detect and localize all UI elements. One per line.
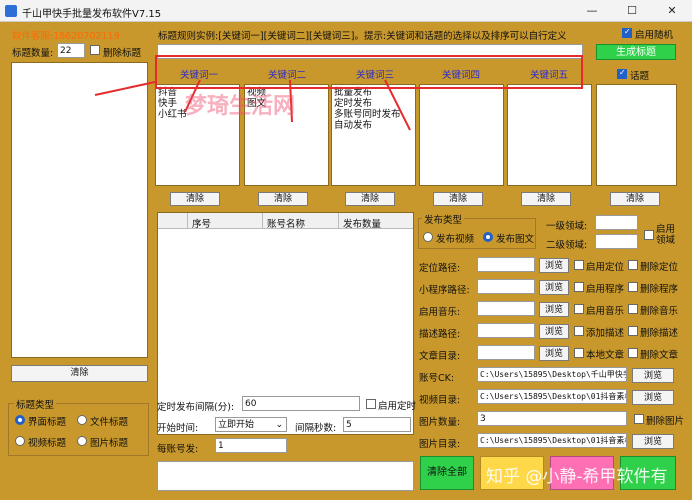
location-path-label: 定位路径: [419,263,461,274]
column-index: 序号 [192,219,212,230]
level2-domain-label: 二级领域: [546,240,588,251]
account-ck-browse-button[interactable]: 浏览 [632,368,674,383]
table-column-divider [187,213,188,229]
chevron-down-icon: ⌄ [275,420,283,430]
enable-domain-label: 启用领域 [656,224,676,246]
description-path-input[interactable] [477,323,535,338]
delete-image-checkbox[interactable] [634,414,644,424]
radio-publish-image-text-label: 发布图文 [496,234,535,245]
image-count-label: 图片数量: [419,417,461,428]
add-description-label: 添加描述 [586,328,625,339]
per-account-input[interactable]: 1 [215,438,287,453]
level1-domain-label: 一级领域: [546,221,588,232]
arrow-to-keyword-3 [384,79,411,131]
per-account-label: 每账号发: [157,444,199,455]
article-dir-input[interactable] [477,345,535,360]
article-dir-label: 文章目录: [419,351,461,362]
delete-article-label: 删除文章 [640,350,679,361]
image-dir-input[interactable]: C:\Users\15895\Desktop\01抖音素材 [477,433,627,448]
delete-program-checkbox[interactable] [628,282,638,292]
level1-domain-input[interactable] [595,215,638,230]
music-path-input[interactable] [477,301,535,316]
table-column-divider [262,213,263,229]
enable-music-label: 启用音乐 [586,306,625,317]
image-dir-label: 图片目录: [419,439,461,450]
miniprogram-browse-button[interactable]: 浏览 [539,280,569,295]
enable-domain-checkbox[interactable] [644,230,654,240]
enable-timer-checkbox[interactable] [366,399,376,409]
article-browse-button[interactable]: 浏览 [539,346,569,361]
video-dir-label: 视频目录: [419,395,461,406]
account-ck-input[interactable]: C:\Users\15895\Desktop\千山甲快手 [477,367,627,382]
zhihu-watermark: 知乎 @小静-希甲软件有 [486,467,668,487]
enable-timer-label: 启用定时 [378,401,417,412]
arrow-to-left-panel [94,81,156,96]
account-ck-label: 账号CK: [419,373,455,384]
location-path-input[interactable] [477,257,535,272]
enable-music-checkbox[interactable] [574,304,584,314]
delete-article-checkbox[interactable] [628,348,638,358]
delete-location-label: 删除定位 [640,262,679,273]
interval-input[interactable]: 60 [242,396,360,411]
publish-type-label: 发布类型 [422,212,465,226]
delete-description-checkbox[interactable] [628,326,638,336]
music-path-label: 启用音乐: [419,307,461,318]
image-count-input[interactable]: 3 [477,411,627,426]
enable-location-checkbox[interactable] [574,260,584,270]
table-column-divider [338,213,339,229]
add-description-checkbox[interactable] [574,326,584,336]
music-browse-button[interactable]: 浏览 [539,302,569,317]
local-article-label: 本地文章 [586,350,625,361]
column-account-name: 账号名称 [267,219,306,230]
clear-all-button[interactable]: 清除全部 [420,456,474,490]
watermark-text: 梦琦生活网 [185,94,296,119]
level2-domain-input[interactable] [595,234,638,249]
enable-location-label: 启用定位 [586,262,625,273]
delete-description-label: 删除描述 [640,328,679,339]
start-time-select[interactable]: 立即开始 ⌄ [215,417,287,432]
radio-publish-image-text[interactable] [483,232,493,242]
delete-music-label: 删除音乐 [640,306,679,317]
radio-publish-video[interactable] [423,232,433,242]
miniprogram-path-label: 小程序路径: [419,285,470,296]
local-article-checkbox[interactable] [574,348,584,358]
video-dir-input[interactable]: C:\Users\15895\Desktop\01抖音素材 [477,389,627,404]
delete-program-label: 删除程序 [640,284,679,295]
interval-seconds-label: 间隔秒数: [295,423,337,434]
video-dir-browse-button[interactable]: 浏览 [632,390,674,405]
delete-location-checkbox[interactable] [628,260,638,270]
start-time-value: 立即开始 [218,420,255,430]
enable-program-checkbox[interactable] [574,282,584,292]
delete-music-checkbox[interactable] [628,304,638,314]
description-path-label: 描述路径: [419,329,461,340]
image-dir-browse-button[interactable]: 浏览 [632,434,674,449]
description-browse-button[interactable]: 浏览 [539,324,569,339]
column-publish-count: 发布数量 [343,219,382,230]
interval-label: 定时发布间隔(分): [157,402,235,413]
miniprogram-path-input[interactable] [477,279,535,294]
interval-seconds-input[interactable]: 5 [343,417,411,432]
enable-program-label: 启用程序 [586,284,625,295]
log-output [157,461,414,491]
radio-publish-video-label: 发布视频 [436,234,475,245]
location-browse-button[interactable]: 浏览 [539,258,569,273]
start-time-label: 开始时间: [157,423,199,434]
delete-image-label: 删除图片 [646,416,685,427]
